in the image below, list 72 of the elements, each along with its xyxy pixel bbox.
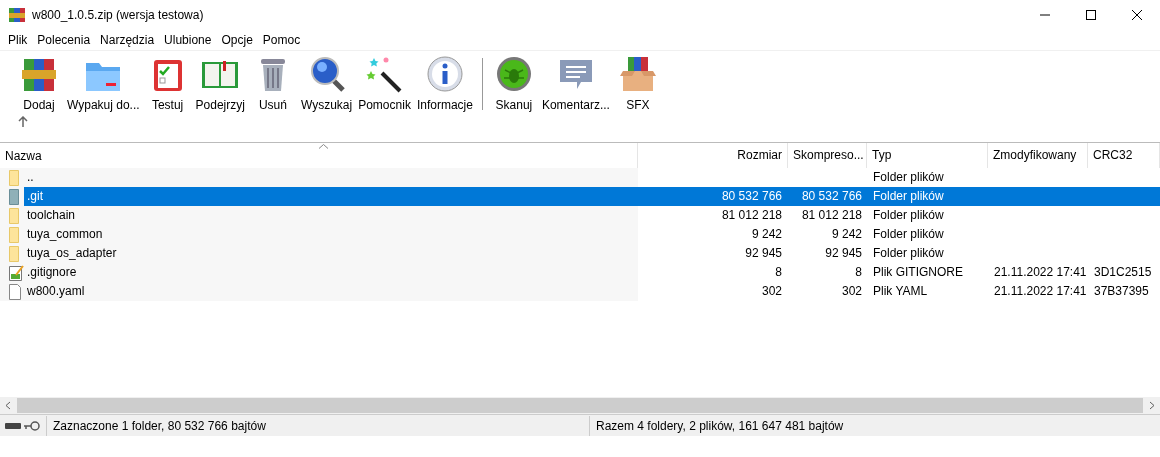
bug-icon (494, 55, 533, 93)
file-name: .. (26, 169, 35, 186)
table-cell: 302 (761, 284, 782, 298)
file-name: .git (26, 188, 44, 205)
status-text: Razem 4 foldery, 2 plików, 161 647 481 bajtów (596, 417, 844, 435)
table-cell: 80 532 766 (721, 189, 782, 203)
toolbar-button[interactable]: Usuń (247, 51, 298, 112)
table-cell: 9 242 (831, 227, 862, 241)
toolbar-button[interactable]: Wypakuj do... (64, 51, 143, 112)
box-icon (618, 55, 657, 93)
folder-icon (9, 245, 21, 262)
menu-item[interactable]: Ulubione (159, 30, 217, 50)
toolbar-button[interactable]: Skanuj (488, 51, 539, 112)
table-cell: Folder plików (873, 227, 944, 241)
toolbar-button[interactable]: Pomocnik (355, 51, 414, 112)
table-cell: 92 945 (745, 246, 782, 260)
menu-item[interactable]: Plik (3, 30, 33, 50)
column-header[interactable]: Rozmiar (638, 143, 788, 168)
table-cell: 92 945 (825, 246, 862, 260)
info-icon (425, 55, 464, 93)
table-cell: 81 012 218 (801, 208, 862, 222)
table-cell: 81 012 218 (721, 208, 782, 222)
key-icon (24, 420, 40, 431)
archive-icon (9, 7, 25, 23)
table-cell: 3D1C2515 (1094, 265, 1152, 279)
column-header[interactable]: CRC32 (1088, 143, 1160, 168)
file-name: w800.yaml (26, 283, 86, 300)
magic-wand-icon (365, 55, 404, 93)
file-row[interactable]: .git 80 532 766 80 532 766 Folder plików (24, 187, 1160, 206)
menu-item[interactable]: Narzędzia (95, 30, 160, 50)
table-cell: 9 242 (751, 227, 782, 241)
table-cell: 302 (841, 284, 862, 298)
column-header[interactable]: Typ (867, 143, 988, 168)
menu-item[interactable]: Polecenia (32, 30, 96, 50)
toolbar-button[interactable]: Testuj (142, 51, 193, 112)
toolbar-button[interactable]: SFX (612, 51, 663, 112)
table-cell: 21.11.2022 17:41 (994, 284, 1087, 298)
drive-icon (5, 421, 21, 430)
toolbar-button[interactable]: Wyszukaj (297, 51, 356, 112)
table-cell: Folder plików (873, 170, 944, 184)
table-cell: Folder plików (873, 246, 944, 260)
folder-icon (9, 207, 21, 224)
file-name: .gitignore (26, 264, 78, 281)
horizontal-scrollbar[interactable] (0, 397, 1160, 414)
table-cell: 8 (775, 265, 782, 279)
toolbar-button[interactable]: Informacje (413, 51, 476, 112)
window-title: w800_1.0.5.zip (wersja testowa) (32, 7, 204, 24)
status-text: Zaznaczone 1 folder, 80 532 766 bajtów (53, 417, 267, 435)
table-cell: Plik GITIGNORE (873, 265, 963, 279)
table-cell: Folder plików (873, 189, 944, 203)
folder-icon (9, 226, 21, 243)
file-name: tuya_os_adapter (26, 245, 118, 262)
file-name: tuya_common (26, 226, 104, 243)
maximize-icon[interactable] (1086, 10, 1096, 20)
table-cell: 21.11.2022 17:41 (994, 265, 1087, 279)
folder-icon (9, 188, 21, 205)
toolbar-button[interactable]: Podejrzyj (192, 51, 248, 112)
column-header[interactable]: Skompreso... (788, 143, 867, 168)
table-cell: 37B37395 (1094, 284, 1149, 298)
close-icon[interactable] (1132, 10, 1142, 20)
table-cell: Plik YAML (873, 284, 928, 298)
table-cell: Folder plików (873, 208, 944, 222)
file-name: toolchain (26, 207, 77, 224)
up-arrow-icon[interactable] (18, 116, 28, 127)
folder-icon (9, 169, 21, 186)
toolbar-button[interactable]: Dodaj (14, 51, 64, 112)
table-cell: 80 532 766 (801, 189, 862, 203)
menu-item[interactable]: Opcje (216, 30, 258, 50)
toolbar-button[interactable]: Komentarz... (538, 51, 613, 112)
table-cell: 8 (855, 265, 862, 279)
column-header[interactable]: Zmodyfikowany (988, 143, 1088, 168)
menu-item[interactable]: Pomoc (257, 30, 306, 50)
